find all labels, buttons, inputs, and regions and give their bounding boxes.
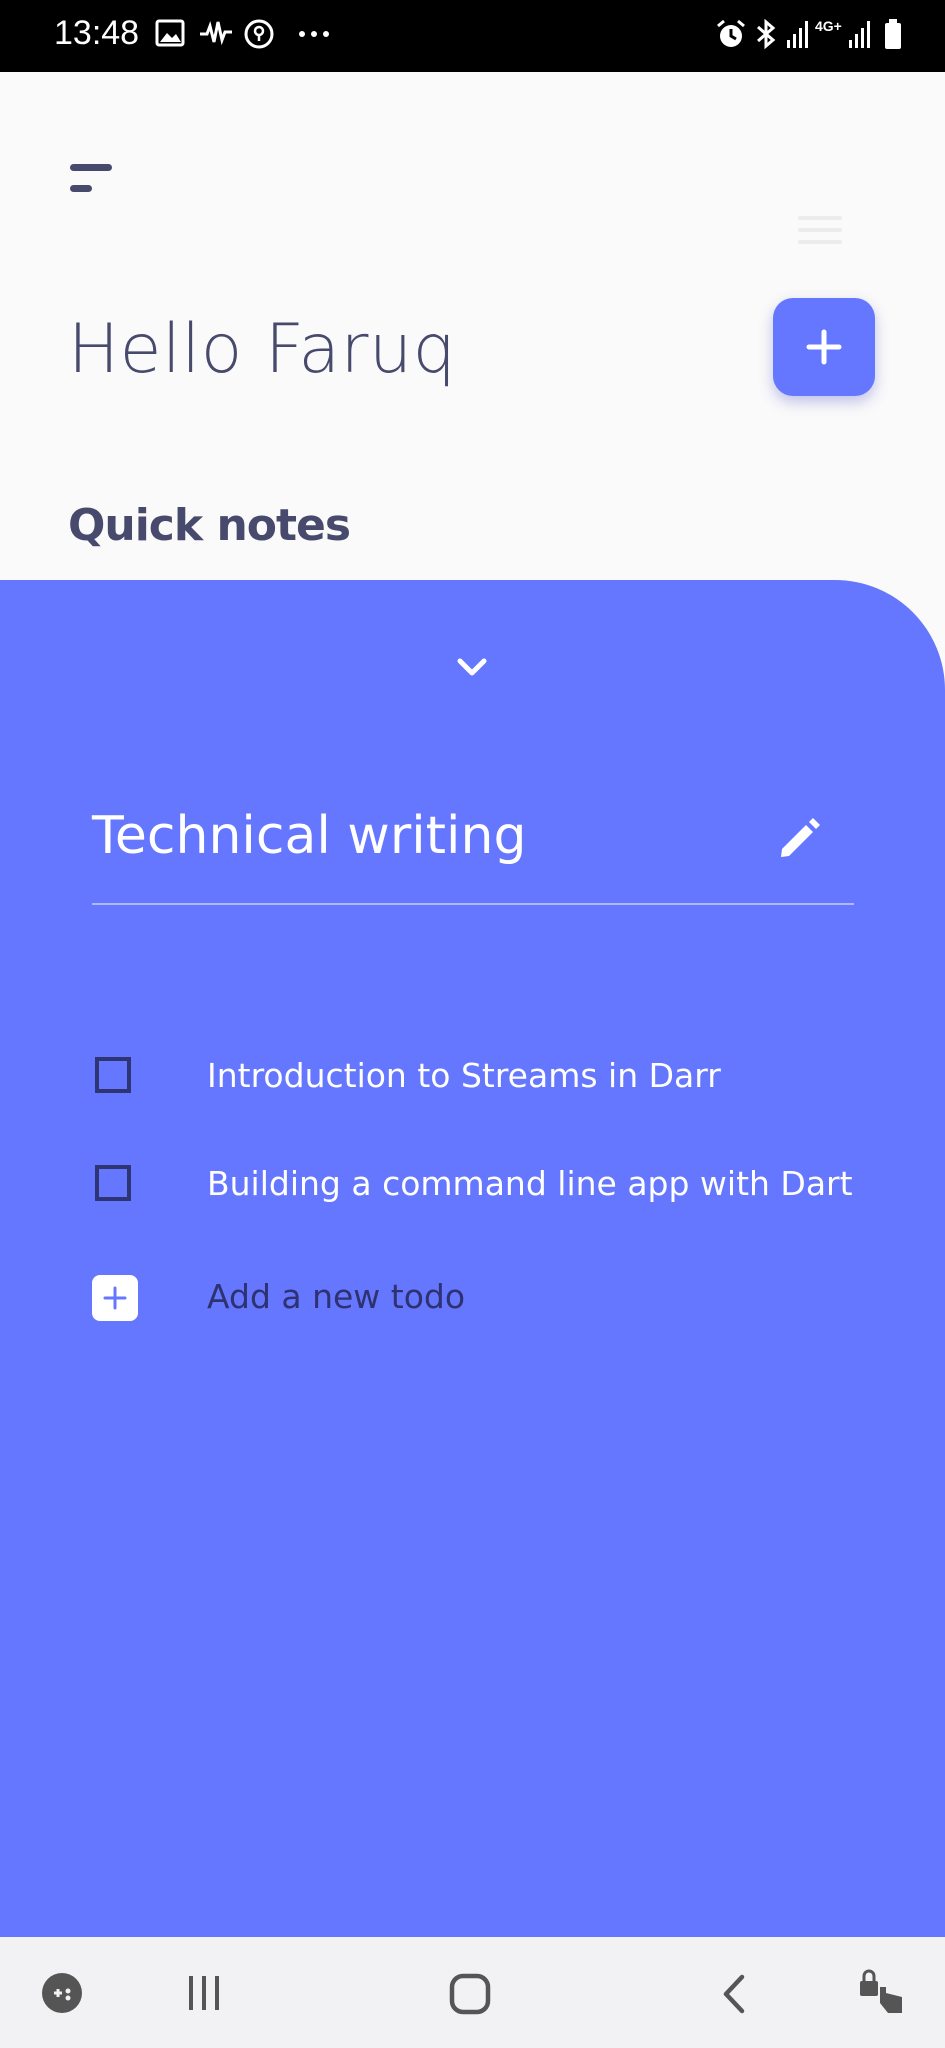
plus-icon: [103, 1286, 127, 1310]
todo-checkbox[interactable]: [95, 1165, 131, 1201]
game-launcher-icon[interactable]: [40, 1971, 84, 2015]
todo-item[interactable]: Building a command line app with Dart: [0, 1150, 945, 1220]
section-title: Quick notes: [68, 500, 351, 551]
home-icon[interactable]: [448, 1973, 492, 2015]
back-icon[interactable]: [718, 1973, 750, 2015]
greeting-title: Hello Faruq: [68, 310, 457, 389]
todo-checkbox[interactable]: [95, 1057, 131, 1093]
edit-pencil-icon[interactable]: [776, 816, 822, 862]
plus-icon: [806, 329, 842, 365]
drawer-icon[interactable]: [66, 160, 116, 200]
add-note-button[interactable]: [773, 298, 875, 396]
4g-icon: 4G+: [815, 18, 842, 34]
more-dots-icon: [299, 31, 329, 37]
lock-touch-icon[interactable]: [856, 1967, 906, 2015]
status-right-icons: 4G+: [715, 18, 915, 54]
alarm-icon: [717, 19, 745, 47]
bluetooth-icon: [757, 18, 776, 50]
signal-icon: [849, 21, 870, 48]
add-todo-icon[interactable]: [92, 1275, 138, 1321]
todo-label: Introduction to Streams in Darr: [207, 1056, 721, 1095]
status-bar: 13:48 4G+: [0, 0, 945, 72]
add-todo-row[interactable]: Add a new todo: [0, 1263, 945, 1333]
battery-icon: [885, 19, 901, 49]
add-todo-label: Add a new todo: [207, 1277, 466, 1316]
chevron-down-icon[interactable]: [452, 652, 492, 682]
todo-label: Building a command line app with Dart: [207, 1164, 853, 1203]
status-time: 13:48: [54, 14, 140, 52]
waveform-icon: [200, 20, 232, 46]
note-title-divider: [92, 903, 854, 905]
note-panel: Technical writing Introduction to Stream…: [0, 580, 945, 1937]
system-nav-bar: [0, 1937, 945, 2048]
note-title[interactable]: Technical writing: [92, 806, 526, 866]
menu-icon[interactable]: [796, 214, 844, 246]
recent-apps-icon[interactable]: [186, 1973, 222, 2013]
signal-icon: [787, 21, 808, 48]
image-icon: [155, 19, 185, 47]
location-target-icon: [244, 19, 274, 49]
todo-item[interactable]: Introduction to Streams in Darr: [0, 1042, 945, 1112]
